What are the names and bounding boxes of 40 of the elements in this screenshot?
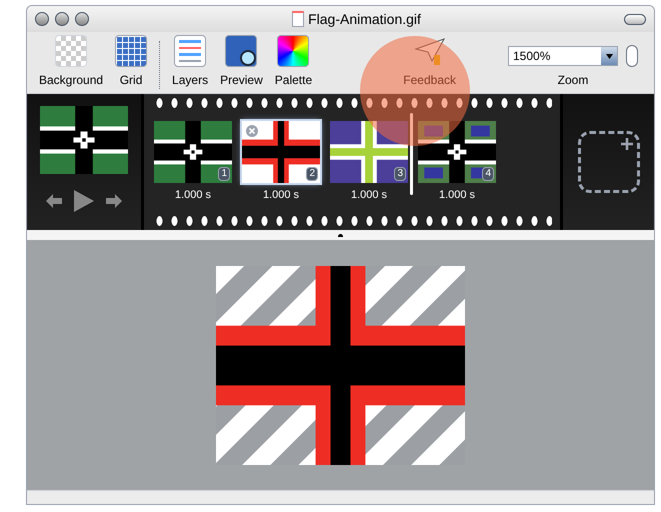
toolbar-button[interactable]: Palette <box>270 35 316 89</box>
frame-duration: 1.000 s <box>438 188 476 203</box>
grid-window-icon <box>115 35 148 67</box>
frame-number: 2 <box>306 166 318 181</box>
frame-number: 3 <box>394 166 406 181</box>
toolbar-toggle-button[interactable] <box>624 14 646 24</box>
next-frame-icon[interactable] <box>106 194 122 208</box>
checkerboard-icon <box>55 35 88 67</box>
window-control-button[interactable] <box>55 12 69 26</box>
color-palette-icon <box>277 35 310 67</box>
zoom-value: 1500% <box>513 48 550 65</box>
paper-plane-icon <box>414 35 446 67</box>
dropdown-arrow-icon <box>606 54 612 58</box>
toolbar-button[interactable]: Background <box>35 35 108 89</box>
frame-duration: 1.000 s <box>262 188 300 203</box>
frame-thumbnail[interactable]: 2 1.000 s <box>242 120 320 204</box>
frame-duration: 1.000 s <box>174 188 212 203</box>
add-frame-icon[interactable] <box>578 131 640 193</box>
frame-number: 4 <box>482 166 494 181</box>
zoom-label: Zoom <box>558 72 588 89</box>
frame-thumbnail[interactable]: 3 1.000 s <box>330 120 408 204</box>
window-control-button[interactable] <box>35 12 49 26</box>
toolbar-button[interactable]: Grid <box>111 35 152 89</box>
frame-duration: 1.000 s <box>350 188 388 203</box>
toolbar-button[interactable]: Layers <box>168 35 212 89</box>
play-icon[interactable] <box>74 190 94 212</box>
frame-thumbnail[interactable]: 4 1.000 s <box>418 120 496 204</box>
gif-file-icon <box>292 11 304 27</box>
dropdown-button[interactable] <box>601 47 617 65</box>
frame-thumbnail[interactable]: 1 1.000 s <box>154 120 232 204</box>
window-control-button[interactable] <box>75 12 89 26</box>
zoom-combo-box[interactable]: 1500% <box>508 46 618 66</box>
window-title: Flag-Animation.gif <box>308 10 421 29</box>
previous-frame-icon[interactable] <box>46 194 62 208</box>
magnifier-window-icon <box>225 35 258 67</box>
toolbar-button[interactable]: Preview <box>216 35 267 89</box>
toolbar-button[interactable]: Feedback <box>399 35 460 89</box>
frame-number: 1 <box>218 166 230 181</box>
zoom-stepper[interactable] <box>626 45 638 67</box>
layers-panel-icon <box>174 35 206 67</box>
